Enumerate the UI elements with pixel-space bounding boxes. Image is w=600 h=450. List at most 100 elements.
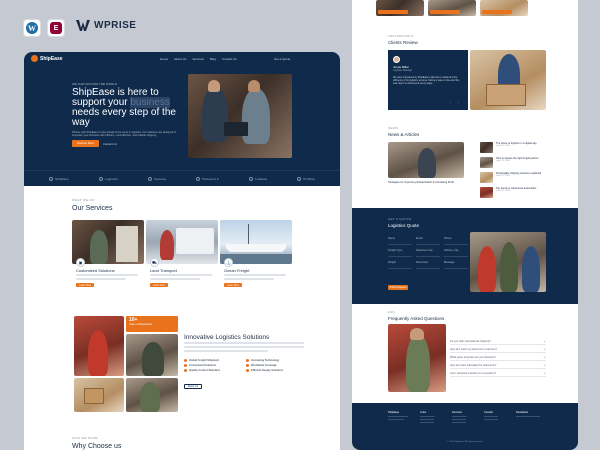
- footer-link[interactable]: [420, 419, 434, 420]
- news-thumbnail: [480, 142, 493, 153]
- newsletter-input[interactable]: [516, 416, 540, 417]
- service-button[interactable]: Learn More: [76, 283, 94, 287]
- footer-link[interactable]: [484, 416, 498, 417]
- footer-logo[interactable]: ShipEase: [388, 411, 408, 414]
- footer-link[interactable]: [484, 419, 498, 420]
- innovation-title: Innovative Logistics Solutions: [184, 334, 270, 341]
- service-card[interactable]: ▣ Customized Solutions Learn More: [72, 220, 144, 292]
- worker-figure: [418, 148, 436, 178]
- partner-logo: Transport X: [195, 176, 219, 181]
- news-feature-title[interactable]: Strategies for Improving Global Reach & …: [388, 181, 464, 184]
- check-icon: [184, 369, 187, 372]
- text-line: [150, 278, 200, 280]
- quote-name-input[interactable]: [388, 244, 412, 245]
- strip-caption: [482, 10, 512, 14]
- quote-phone-input[interactable]: [444, 244, 468, 245]
- footer-link[interactable]: [452, 419, 466, 420]
- quote-weight-input[interactable]: [388, 268, 412, 269]
- quote-message-input[interactable]: [444, 268, 468, 269]
- plus-icon: +: [543, 355, 546, 360]
- nav-item-services[interactable]: Services: [192, 57, 204, 61]
- news-item[interactable]: The future of logistics in a digital age…: [480, 142, 558, 155]
- site-logo[interactable]: ShipEase: [31, 55, 63, 62]
- news-item[interactable]: Sustainable shipping practices explained…: [480, 172, 558, 185]
- nav-quote-link[interactable]: Get a Quote: [274, 57, 290, 61]
- hero-contact-link[interactable]: Contact Us: [103, 142, 117, 146]
- faq-question[interactable]: How are rates calculated for shipments? +: [450, 364, 546, 369]
- service-card[interactable]: ⚓ Ocean Freight Learn More: [220, 220, 292, 292]
- worker-figure: [88, 330, 108, 376]
- faq-question[interactable]: Do you offer international shipping? +: [450, 340, 546, 345]
- feature-label: Customized Solutions: [189, 364, 217, 367]
- faq-question[interactable]: How do I track my shipment in real time?…: [450, 348, 546, 353]
- nav-item-home[interactable]: Home: [160, 57, 168, 61]
- news-item-body: Top trends in warehouse automation June 1…: [496, 187, 536, 200]
- news-thumbnail: [480, 157, 493, 168]
- news-item[interactable]: Top trends in warehouse automation June 1…: [480, 187, 558, 200]
- discover-more-button[interactable]: Discover More: [72, 140, 99, 147]
- service-description: [76, 274, 138, 282]
- partner-logo-icon: [195, 176, 200, 181]
- news-item[interactable]: How to choose the right freight partner J…: [480, 157, 558, 170]
- nav-item-blog[interactable]: Blog: [210, 57, 216, 61]
- footer-column-heading: Services: [452, 411, 462, 414]
- quote-field-label: Delivery City: [444, 249, 459, 252]
- site-footer: ShipEase Links Services Contact Newslett…: [352, 403, 578, 450]
- service-button[interactable]: Learn More: [224, 283, 242, 287]
- text-line: [184, 342, 304, 344]
- service-button[interactable]: Learn More: [150, 283, 168, 287]
- quote-field-label: Freight Type: [388, 249, 403, 252]
- footer-link[interactable]: [452, 416, 466, 417]
- partner-logo: Xpressa: [148, 176, 166, 181]
- innovation-description: [184, 342, 304, 354]
- news-item-body: Sustainable shipping practices explained…: [496, 172, 541, 185]
- nav-item-contact[interactable]: Contact Us: [222, 57, 237, 61]
- courier-figure: [160, 230, 174, 260]
- quote-dimension-input[interactable]: [416, 268, 440, 269]
- feature-item: Customized Solutions: [184, 364, 246, 367]
- quote-departure-input[interactable]: [416, 256, 440, 257]
- strip-photo: [376, 0, 424, 16]
- elementor-badge: E: [47, 19, 65, 37]
- feature-label: Worldwide Coverage: [251, 364, 277, 367]
- service-description: [224, 274, 286, 282]
- footer-link[interactable]: [452, 422, 466, 423]
- news-feature-photo[interactable]: [388, 142, 464, 178]
- strip-caption: [378, 10, 408, 14]
- review-carousel-arrows[interactable]: ‹ ›: [450, 100, 462, 104]
- quote-email-input[interactable]: [416, 244, 440, 245]
- main-nav: ShipEase Home About Us Services Blog Con…: [24, 52, 340, 66]
- quote-delivery-input[interactable]: [444, 256, 468, 257]
- about-us-button[interactable]: About Us: [184, 384, 202, 389]
- partner-logo: ShipEase: [49, 176, 69, 181]
- submit-quote-button[interactable]: Submit Request: [388, 285, 408, 290]
- nav-item-about[interactable]: About Us: [174, 57, 186, 61]
- service-photo: [72, 220, 144, 264]
- quote-tag: GET A QUOTE: [388, 217, 412, 221]
- footer-column: Newsletter: [516, 411, 540, 419]
- footer-link[interactable]: [420, 416, 434, 417]
- partner-logo: LuxEase: [248, 176, 267, 181]
- text-line: [224, 278, 274, 280]
- experience-stat: 10+ Years of Experience: [126, 316, 178, 332]
- faq-question[interactable]: Can I schedule a pickup at my location? +: [450, 372, 546, 377]
- text-line: [184, 346, 304, 348]
- faq-photo: [388, 324, 446, 392]
- partner-logo: Logistics: [98, 176, 118, 181]
- service-card[interactable]: ⛟ Land Transport Learn More: [146, 220, 218, 292]
- review-text: We were impressed by ShipEase's attentio…: [393, 76, 460, 86]
- worker-figure: [478, 246, 496, 292]
- faq-question[interactable]: What types of goods can you transport? +: [450, 356, 546, 361]
- footer-link[interactable]: [420, 422, 434, 423]
- text-line: [388, 416, 408, 417]
- service-photo: [220, 220, 292, 264]
- quote-field-label: Weight: [388, 261, 397, 264]
- plus-icon: +: [543, 339, 546, 344]
- faq-question-text: Do you offer international shipping?: [450, 340, 491, 343]
- wordpress-badge: W: [23, 19, 41, 37]
- nav-menu: Home About Us Services Blog Contact Us: [160, 57, 237, 61]
- reviewer-role: Logistics Manager: [393, 69, 413, 72]
- quote-photo: [470, 232, 546, 292]
- quote-freight-select[interactable]: [388, 256, 412, 257]
- service-title: Ocean Freight: [224, 268, 250, 273]
